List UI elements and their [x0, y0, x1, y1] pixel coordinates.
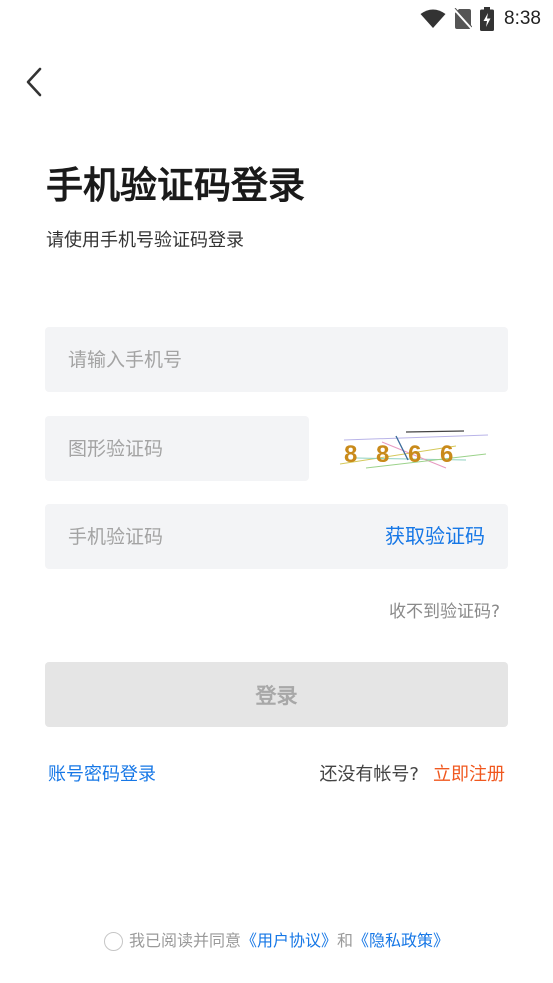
chevron-left-icon — [26, 67, 42, 97]
captcha-field — [45, 416, 309, 481]
no-sim-icon — [454, 8, 473, 30]
wifi-icon — [420, 9, 446, 28]
captcha-text: 8 8 6 6 — [344, 441, 459, 468]
captcha-input[interactable] — [45, 416, 309, 481]
password-login-link[interactable]: 账号密码登录 — [48, 762, 156, 788]
agreement-and: 和 — [337, 931, 354, 950]
status-icons: 8:38 — [420, 6, 541, 32]
agreement-checkbox[interactable] — [103, 931, 123, 951]
get-code-button[interactable]: 获取验证码 — [385, 504, 485, 569]
page-title: 手机验证码登录 — [46, 164, 305, 207]
agreement-row: 我已阅读并同意 《用户协议》 和 《隐私政策》 — [0, 928, 553, 954]
status-time: 8:38 — [504, 8, 541, 29]
back-button[interactable] — [18, 64, 50, 100]
no-code-link[interactable]: 收不到验证码? — [389, 599, 500, 625]
captcha-image[interactable]: 8 8 6 6 — [336, 424, 496, 474]
page-subtitle: 请使用手机号验证码登录 — [46, 230, 244, 251]
sms-code-input[interactable] — [45, 504, 345, 569]
privacy-policy-link[interactable]: 《隐私政策》 — [353, 928, 449, 954]
phone-input[interactable] — [45, 327, 508, 392]
sms-code-field: 获取验证码 — [45, 504, 508, 569]
agreement-prefix: 我已阅读并同意 — [128, 931, 241, 950]
no-account-text: 还没有帐号? — [319, 764, 419, 785]
register-link[interactable]: 立即注册 — [433, 764, 505, 785]
status-bar: 8:38 — [0, 0, 553, 38]
phone-field — [45, 327, 508, 392]
login-button[interactable]: 登录 — [45, 662, 508, 727]
register-row: 还没有帐号? 立即注册 — [319, 762, 505, 788]
battery-charging-icon — [480, 7, 495, 31]
user-agreement-link[interactable]: 《用户协议》 — [241, 928, 337, 954]
